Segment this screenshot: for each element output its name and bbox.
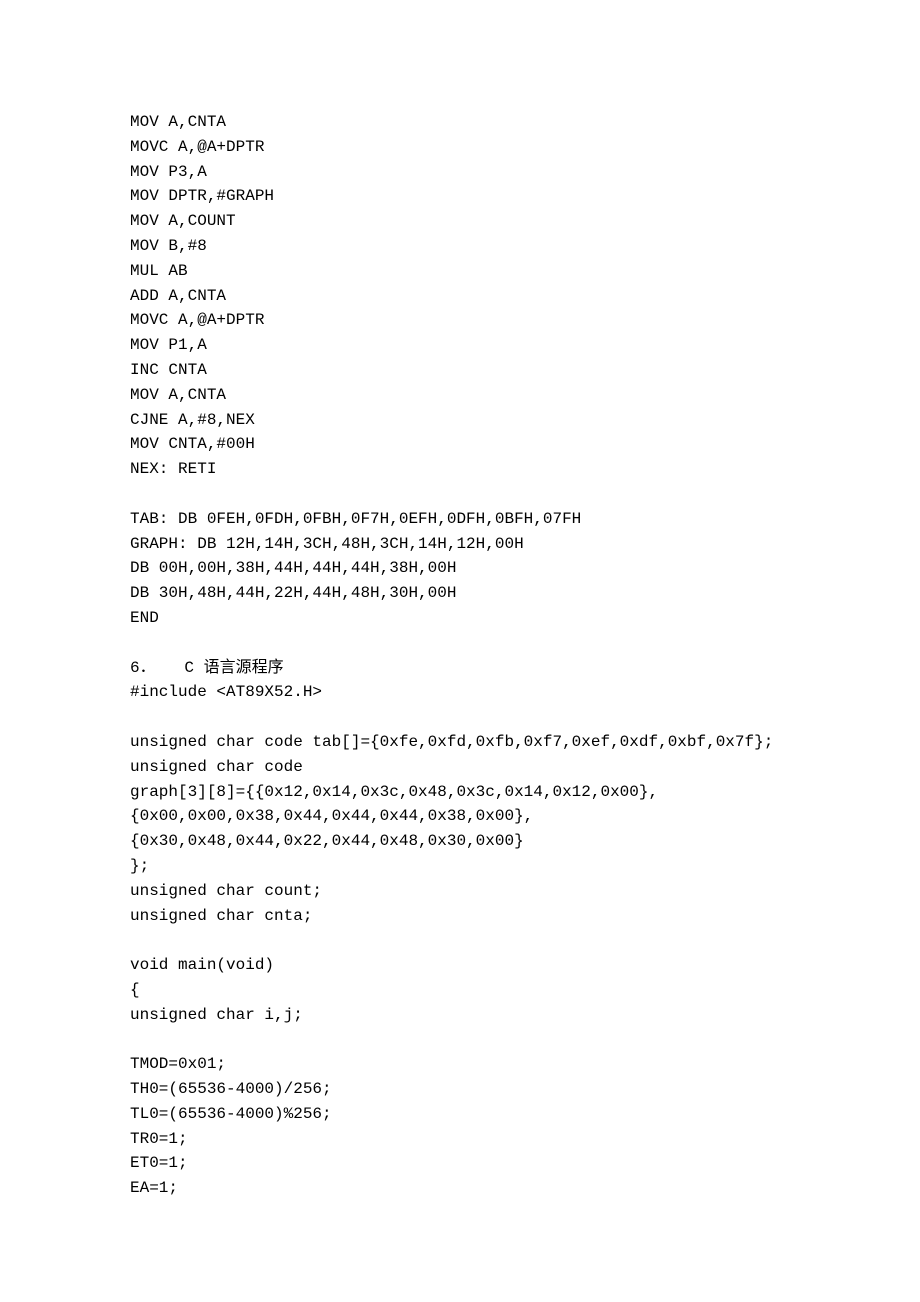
code-line: MOV B,#8 xyxy=(130,234,790,259)
code-line: MOV P3,A xyxy=(130,160,790,185)
code-line: void main(void) xyxy=(130,953,790,978)
code-line: ET0=1; xyxy=(130,1151,790,1176)
blank-line xyxy=(130,1027,790,1052)
code-line: TR0=1; xyxy=(130,1127,790,1152)
code-line: MOVC A,@A+DPTR xyxy=(130,308,790,333)
code-line: MOV A,COUNT xyxy=(130,209,790,234)
section-heading: 6． C 语言源程序 xyxy=(130,656,790,681)
code-line: }; xyxy=(130,854,790,879)
code-line: MOV CNTA,#00H xyxy=(130,432,790,457)
code-line: TMOD=0x01; xyxy=(130,1052,790,1077)
blank-line xyxy=(130,631,790,656)
code-line: END xyxy=(130,606,790,631)
code-line: {0x00,0x00,0x38,0x44,0x44,0x44,0x38,0x00… xyxy=(130,804,790,829)
code-line: ADD A,CNTA xyxy=(130,284,790,309)
code-line: unsigned char count; xyxy=(130,879,790,904)
blank-line xyxy=(130,705,790,730)
code-line: DB 00H,00H,38H,44H,44H,44H,38H,00H xyxy=(130,556,790,581)
code-line: EA=1; xyxy=(130,1176,790,1201)
code-line: MOV DPTR,#GRAPH xyxy=(130,184,790,209)
code-line: CJNE A,#8,NEX xyxy=(130,408,790,433)
code-line: {0x30,0x48,0x44,0x22,0x44,0x48,0x30,0x00… xyxy=(130,829,790,854)
code-line: TH0=(65536-4000)/256; xyxy=(130,1077,790,1102)
code-line: unsigned char cnta; xyxy=(130,904,790,929)
code-line: GRAPH: DB 12H,14H,3CH,48H,3CH,14H,12H,00… xyxy=(130,532,790,557)
code-line: INC CNTA xyxy=(130,358,790,383)
code-line: MOV A,CNTA xyxy=(130,110,790,135)
blank-line xyxy=(130,928,790,953)
document-page: MOV A,CNTA MOVC A,@A+DPTR MOV P3,A MOV D… xyxy=(0,0,920,1201)
code-line: MOV A,CNTA xyxy=(130,383,790,408)
code-line: NEX: RETI xyxy=(130,457,790,482)
code-line: unsigned char i,j; xyxy=(130,1003,790,1028)
code-line: DB 30H,48H,44H,22H,44H,48H,30H,00H xyxy=(130,581,790,606)
code-line: MOV P1,A xyxy=(130,333,790,358)
blank-line xyxy=(130,482,790,507)
code-line: TL0=(65536-4000)%256; xyxy=(130,1102,790,1127)
code-line: graph[3][8]={{0x12,0x14,0x3c,0x48,0x3c,0… xyxy=(130,780,790,805)
code-line: unsigned char code tab[]={0xfe,0xfd,0xfb… xyxy=(130,730,790,755)
code-line: { xyxy=(130,978,790,1003)
code-line: MUL AB xyxy=(130,259,790,284)
code-line: MOVC A,@A+DPTR xyxy=(130,135,790,160)
code-line: TAB: DB 0FEH,0FDH,0FBH,0F7H,0EFH,0DFH,0B… xyxy=(130,507,790,532)
code-line: #include <AT89X52.H> xyxy=(130,680,790,705)
code-line: unsigned char code xyxy=(130,755,790,780)
